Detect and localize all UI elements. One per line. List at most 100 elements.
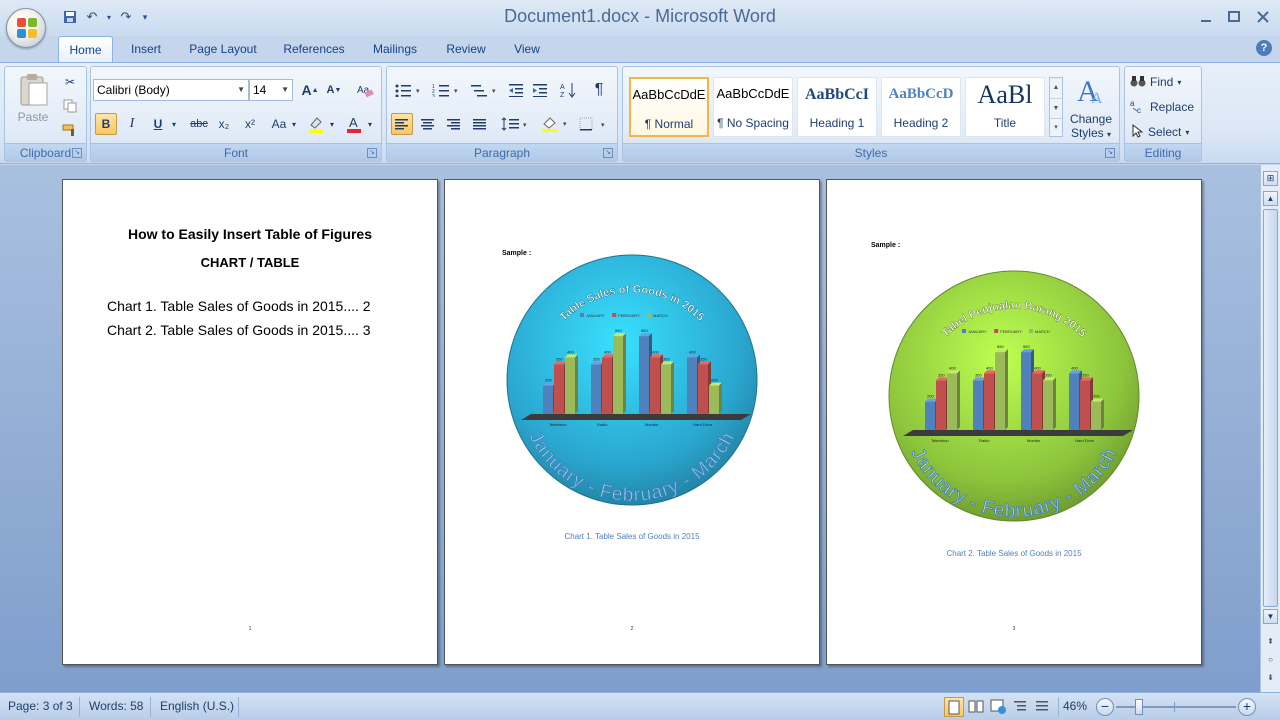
tab-home[interactable]: Home [58,36,113,63]
legend-swatch [994,329,999,333]
page-3[interactable]: Sample : Tabel Penjualan Barang 2015 Janu… [826,179,1202,665]
select-button[interactable]: Select ▾ [1129,121,1199,143]
help-icon[interactable]: ? [1256,40,1272,56]
multilevel-list-icon[interactable]: ▾ [467,79,503,101]
styles-group: AaBbCcDdE ¶ Normal AaBbCcDdE ¶ No Spacin… [622,66,1120,162]
chart-2[interactable]: Tabel Penjualan Barang 2015January - Feb… [887,268,1141,524]
bold-button[interactable]: B [95,113,117,135]
change-styles-button[interactable]: AA Change Styles ▾ [1067,73,1115,143]
decrease-indent-icon[interactable] [505,79,527,101]
strikethrough-button[interactable]: abc [187,113,211,135]
style-name: Title [993,116,1017,130]
chevron-down-icon[interactable]: ▾ [365,113,375,135]
zoom-slider[interactable] [1116,706,1236,708]
styles-launcher-icon[interactable]: ↘ [1105,148,1115,158]
clear-formatting-icon[interactable]: Aa [353,79,377,101]
chevron-down-icon[interactable]: ▾ [169,113,179,135]
draft-view-icon[interactable] [1033,697,1053,717]
data-label: 350 [593,356,600,361]
tab-view[interactable]: View [508,36,546,62]
minimize-icon[interactable] [1192,6,1220,28]
close-icon[interactable] [1249,6,1277,28]
tab-review[interactable]: Review [440,36,492,62]
align-left-icon[interactable] [391,113,413,135]
style-no-spacing[interactable]: AaBbCcDdE ¶ No Spacing [713,77,793,137]
toc-entry[interactable]: Chart 1. Table Sales of Goods in 2015...… [107,298,371,314]
chevron-down-icon[interactable]: ▾ [289,113,299,135]
underline-button[interactable]: U [147,113,169,135]
align-right-icon[interactable] [443,113,465,135]
office-button[interactable] [6,8,46,48]
replace-button[interactable]: ac Replace [1129,96,1203,118]
change-case-button[interactable]: Aa [267,113,291,135]
styles-more-icon[interactable]: ▾ [1050,118,1062,136]
page-1[interactable]: How to Easily Insert Table of Figures CH… [62,179,438,665]
cut-icon[interactable]: ✂ [59,71,81,93]
zoom-slider-thumb[interactable] [1135,699,1144,715]
increase-indent-icon[interactable] [529,79,551,101]
office-logo-icon [17,18,37,38]
subscript-button[interactable]: x₂ [213,113,235,135]
toc-entry[interactable]: Chart 2. Table Sales of Goods in 2015...… [107,322,371,338]
show-formatting-button[interactable]: ¶ [587,79,611,101]
zoom-level[interactable]: 46% [1063,699,1087,713]
numbering-icon[interactable]: 1 2 3 ▾ [429,79,465,101]
chevron-down-icon[interactable]: ▾ [327,113,337,135]
tab-mailings[interactable]: Mailings [366,36,424,62]
status-bar: Page: 3 of 3 Words: 58 English (U.S.) 46… [0,692,1280,720]
paragraph-launcher-icon[interactable]: ↘ [603,148,613,158]
style-sample: AaBbCcD [888,86,954,102]
scroll-up-icon[interactable]: ▲ [1263,191,1278,206]
clipboard-launcher-icon[interactable]: ↘ [72,148,82,158]
browse-object-icon[interactable]: ○ [1263,653,1278,668]
outline-view-icon[interactable] [1011,697,1031,717]
style-heading-2[interactable]: AaBbCcD Heading 2 [881,77,961,137]
vertical-scrollbar[interactable]: ⊞ ▲ ▼ ⇞ ○ ⇟ [1260,165,1280,692]
tab-insert[interactable]: Insert [124,36,168,62]
shading-icon[interactable]: ▾ [539,113,573,135]
find-button[interactable]: Find ▾ [1129,71,1199,93]
font-size-select[interactable]: 14 ▼ [249,79,293,101]
copy-icon[interactable] [59,95,81,117]
grow-font-button[interactable]: A ▲ [299,79,321,101]
next-page-icon[interactable]: ⇟ [1263,671,1278,686]
language[interactable]: English (U.S.) [160,699,234,713]
format-painter-icon[interactable] [59,119,81,141]
zoom-in-icon[interactable]: + [1238,698,1256,716]
web-layout-icon[interactable] [989,697,1009,717]
justify-icon[interactable] [469,113,491,135]
paste-button[interactable]: Paste [15,73,51,124]
ruler-toggle-icon[interactable]: ⊞ [1263,171,1278,186]
line-spacing-icon[interactable]: ▾ [499,113,533,135]
page-2[interactable]: Sample : Table Sales of Goods in 2015 Jan… [444,179,820,665]
full-screen-reading-icon[interactable] [967,697,987,717]
style-heading-1[interactable]: AaBbCcI Heading 1 [797,77,877,137]
page-count[interactable]: Page: 3 of 3 [8,699,73,713]
font-family-select[interactable]: Calibri (Body) ▼ [93,79,249,101]
highlight-icon[interactable] [305,113,327,135]
font-launcher-icon[interactable]: ↘ [367,148,377,158]
styles-scroll-up-icon[interactable]: ▲ [1050,78,1062,98]
scroll-thumb[interactable] [1263,209,1278,607]
tab-page-layout[interactable]: Page Layout [184,36,262,62]
style-normal[interactable]: AaBbCcDdE ¶ Normal [629,77,709,137]
italic-button[interactable]: I [121,113,143,135]
font-color-icon[interactable]: A [343,113,365,135]
previous-page-icon[interactable]: ⇞ [1263,635,1278,650]
sort-icon[interactable]: AZ [557,79,581,101]
word-count[interactable]: Words: 58 [89,699,143,713]
print-layout-view-icon[interactable] [944,697,964,717]
styles-scroll-down-icon[interactable]: ▼ [1050,98,1062,118]
scroll-down-icon[interactable]: ▼ [1263,609,1278,624]
zoom-out-icon[interactable]: − [1096,698,1114,716]
chart-1[interactable]: Table Sales of Goods in 2015January - Fe… [505,252,759,508]
bullets-icon[interactable]: ▾ [391,79,427,101]
tab-references[interactable]: References [278,36,350,62]
borders-icon[interactable]: ▾ [577,113,611,135]
restore-icon[interactable] [1220,6,1248,28]
style-title[interactable]: AaBl Title [965,77,1045,137]
shrink-font-button[interactable]: A ▼ [323,79,345,101]
superscript-button[interactable]: x² [239,113,261,135]
chevron-down-icon: ▼ [281,85,289,94]
align-center-icon[interactable] [417,113,439,135]
